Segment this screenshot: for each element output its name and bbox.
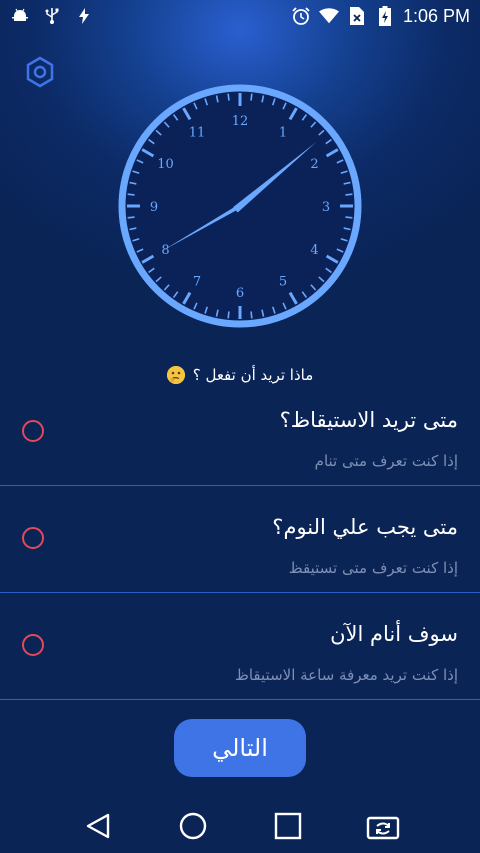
recents-icon bbox=[274, 812, 301, 840]
option-subtitle: إذا كنت تريد معرفة ساعة الاستيقاظ bbox=[234, 666, 458, 684]
clock-number: 3 bbox=[322, 200, 330, 215]
option-sleep-time[interactable]: متى يجب علي النوم؟ إذا كنت تعرف متى تستي… bbox=[0, 487, 480, 593]
android-debug-icon bbox=[10, 6, 30, 26]
wifi-icon bbox=[318, 6, 339, 26]
navigation-bar bbox=[0, 799, 480, 853]
option-subtitle: إذا كنت تعرف متى تستيقظ bbox=[288, 559, 458, 577]
clock-tick bbox=[127, 216, 135, 219]
clock-center bbox=[237, 203, 243, 209]
clock-number: 12 bbox=[232, 114, 249, 129]
alarm-icon bbox=[291, 6, 311, 26]
status-time: 1:06 PM bbox=[402, 5, 470, 26]
clock-tick bbox=[250, 311, 253, 319]
clock-tick bbox=[345, 193, 353, 196]
clock-number: 2 bbox=[310, 157, 318, 172]
option-subtitle: إذا كنت تعرف متى تنام bbox=[314, 452, 458, 470]
clock-tick bbox=[227, 311, 230, 319]
back-button[interactable] bbox=[78, 806, 118, 846]
settings-button[interactable] bbox=[22, 54, 58, 90]
option-title: متى يجب علي النوم؟ bbox=[272, 515, 458, 539]
clock-tick bbox=[227, 93, 230, 101]
clock-number: 6 bbox=[236, 286, 244, 301]
back-icon bbox=[86, 813, 109, 839]
analog-clock: 121234567891011 bbox=[118, 84, 362, 328]
clock-number: 1 bbox=[279, 126, 287, 141]
option-sleep-now[interactable]: سوف أنام الآن إذا كنت تريد معرفة ساعة ال… bbox=[0, 594, 480, 700]
clock-number: 7 bbox=[193, 274, 201, 289]
clock-number: 4 bbox=[310, 243, 318, 258]
recents-button[interactable] bbox=[268, 806, 308, 846]
flash-icon bbox=[74, 6, 94, 26]
screen-rotate-icon bbox=[366, 816, 399, 840]
home-button[interactable] bbox=[173, 806, 213, 846]
clock-number: 5 bbox=[279, 274, 287, 289]
option-title: سوف أنام الآن bbox=[330, 622, 458, 646]
clock-number: 9 bbox=[150, 200, 158, 215]
clock-number: 8 bbox=[161, 243, 169, 258]
battery-charging-icon bbox=[375, 6, 395, 26]
next-button[interactable]: التالي bbox=[174, 719, 306, 777]
clock-tick bbox=[250, 93, 253, 101]
clock-number: 10 bbox=[157, 157, 174, 172]
option-radio-button[interactable] bbox=[22, 634, 44, 656]
clock-tick bbox=[127, 193, 135, 196]
no-sim-icon bbox=[347, 6, 367, 26]
settings-hex-icon bbox=[26, 56, 54, 88]
option-title: متى تريد الاستيقاظ؟ bbox=[279, 408, 458, 432]
status-bar: 1:06 PM bbox=[0, 0, 480, 32]
rotate-button[interactable] bbox=[363, 806, 403, 846]
option-wake-time[interactable]: متى تريد الاستيقاظ؟ إذا كنت تعرف متى تنا… bbox=[0, 380, 480, 486]
home-icon bbox=[179, 812, 206, 840]
clock-number: 11 bbox=[189, 126, 206, 141]
option-radio-button[interactable] bbox=[22, 527, 44, 549]
clock-tick bbox=[345, 216, 353, 219]
usb-icon bbox=[42, 6, 62, 26]
option-radio-button[interactable] bbox=[22, 420, 44, 442]
